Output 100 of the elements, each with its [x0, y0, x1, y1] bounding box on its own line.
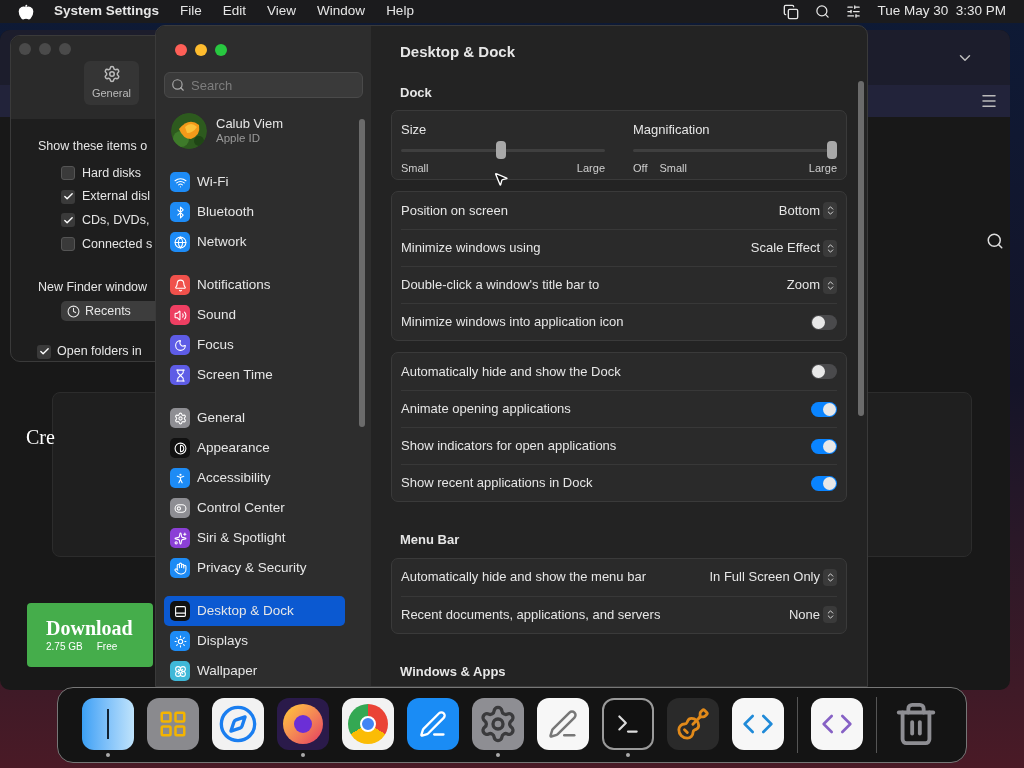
slider-tick-label: Small — [401, 160, 429, 176]
close-button[interactable] — [175, 44, 187, 56]
sidebar-item[interactable]: General — [164, 403, 345, 433]
popup-button[interactable]: Bottom — [778, 200, 837, 221]
file-size: 2.75 GB — [46, 639, 83, 654]
page-title: Desktop & Dock — [400, 42, 517, 62]
popup-button[interactable]: Zoom — [786, 275, 837, 295]
checkbox-label: External disl — [82, 188, 151, 206]
popup-button[interactable]: None — [788, 604, 837, 625]
checkbox[interactable] — [61, 165, 75, 180]
menu-item[interactable]: System Settings — [54, 1, 160, 22]
sidebar-item[interactable]: Wi-Fi — [164, 167, 345, 197]
toggle-switch[interactable] — [811, 438, 837, 454]
sidebar-item[interactable]: Bluetooth — [164, 197, 345, 227]
slider-thumb[interactable] — [496, 140, 507, 159]
checkbox-label: Open folders in — [57, 343, 142, 361]
setting-label: Show indicators for open applications — [401, 437, 617, 456]
field-label: New Finder window — [38, 278, 149, 296]
checkbox[interactable] — [61, 237, 75, 252]
search-field[interactable]: Search — [164, 72, 363, 98]
toggle-switch[interactable] — [811, 314, 837, 330]
sidebar-item[interactable]: Appearance — [164, 433, 345, 463]
section-heading: Dock — [400, 83, 433, 102]
minimize-button[interactable] — [195, 44, 207, 56]
stepper-icon — [823, 202, 837, 219]
section-heading: Windows & Apps — [400, 662, 507, 681]
sidebar-item[interactable]: Notifications — [164, 270, 345, 300]
menu-item[interactable]: Edit — [222, 1, 247, 22]
settings-icon[interactable] — [472, 698, 524, 750]
guitar-icon[interactable] — [667, 698, 719, 750]
clock-icon — [67, 304, 80, 318]
slider-track[interactable] — [633, 140, 837, 159]
stepper-icon — [823, 239, 837, 257]
setting-label: Animate opening applications — [401, 400, 571, 419]
search-icon[interactable] — [815, 4, 831, 19]
sidebar-item[interactable]: Screen Time — [164, 360, 345, 390]
control-center-icon[interactable] — [846, 4, 862, 19]
sidebar-item[interactable]: Displays — [164, 626, 345, 656]
stepper-icon — [823, 606, 837, 623]
sidebar-item[interactable]: Desktop & Dock — [164, 596, 345, 626]
setting-label: Recent documents, applications, and servers — [401, 605, 661, 624]
setting-label: Minimize windows using — [401, 239, 541, 258]
slider-label: Magnification — [633, 121, 711, 139]
sidebar-item[interactable]: Sound — [164, 300, 345, 330]
notepad-icon[interactable] — [537, 698, 589, 750]
menu-item[interactable]: Window — [317, 1, 366, 22]
sidebar-item[interactable]: Control Center — [164, 493, 345, 523]
slider-tick-label: Large — [808, 160, 837, 176]
sidebar-item[interactable]: Privacy & Security — [164, 553, 345, 583]
toggle-switch[interactable] — [811, 364, 837, 379]
screen-mirroring-icon[interactable] — [783, 3, 800, 20]
menu-item[interactable]: File — [180, 1, 202, 22]
setting-label: Double-click a window's title bar to — [401, 276, 600, 295]
menu-item[interactable]: Help — [386, 1, 414, 22]
slider-tick-label: Large — [576, 160, 605, 176]
stepper-icon — [823, 568, 837, 586]
grid-icon[interactable] — [147, 698, 199, 750]
sidebar-item[interactable]: Siri & Spotlight — [164, 523, 345, 553]
checkbox[interactable] — [61, 213, 75, 228]
gear-icon — [102, 64, 121, 83]
terminal-icon[interactable] — [602, 698, 654, 750]
section-label: Show these items o — [38, 137, 149, 155]
sidebar-item[interactable]: Focus — [164, 330, 345, 360]
sidebar-item[interactable]: Wallpaper — [164, 656, 345, 686]
toggle-switch[interactable] — [811, 475, 837, 491]
apple-icon[interactable] — [18, 3, 34, 20]
toggle-switch[interactable] — [811, 401, 837, 417]
stepper-icon — [823, 276, 837, 294]
setting-label: Automatically hide and show the Dock — [401, 362, 621, 381]
search-icon[interactable] — [986, 232, 1004, 250]
menu-item[interactable]: View — [267, 1, 297, 22]
slider-track[interactable] — [401, 140, 605, 159]
popup-button[interactable]: In Full Screen Only — [709, 567, 837, 587]
ide-icon[interactable] — [811, 698, 863, 750]
compass-icon[interactable] — [212, 698, 264, 750]
browser-icon[interactable] — [277, 698, 329, 750]
cursor-icon — [493, 171, 509, 187]
general-tab[interactable]: General — [84, 61, 139, 105]
popup-button[interactable]: Scale Effect — [750, 238, 837, 258]
setting-label: Position on screen — [401, 201, 508, 220]
search-icon — [171, 78, 185, 92]
sidebar-item[interactable]: Network — [164, 227, 345, 257]
page-heading: Cre — [26, 425, 55, 450]
account-subtitle: Apple ID — [216, 131, 262, 146]
sidebar-item[interactable]: Accessibility — [164, 463, 345, 493]
setting-label: Show recent applications in Dock — [401, 474, 593, 493]
browser-icon[interactable] — [342, 698, 394, 750]
price: Free — [96, 639, 118, 654]
code-editor-icon[interactable] — [732, 698, 784, 750]
clock[interactable]: Tue May 30 3:30 PM — [877, 1, 1006, 22]
setting-label: Minimize windows into application icon — [401, 313, 624, 332]
checkbox-label: CDs, DVDs, — [82, 212, 150, 229]
slider-thumb[interactable] — [827, 140, 837, 159]
checkbox[interactable] — [61, 189, 75, 204]
account-name[interactable]: Calub Viem — [216, 116, 283, 131]
checkbox[interactable] — [37, 344, 51, 359]
slider-tick-label: Small — [659, 160, 687, 176]
menu-icon[interactable] — [980, 92, 998, 110]
checkbox-label: Connected s — [82, 235, 153, 253]
zoom-button[interactable] — [215, 44, 227, 56]
